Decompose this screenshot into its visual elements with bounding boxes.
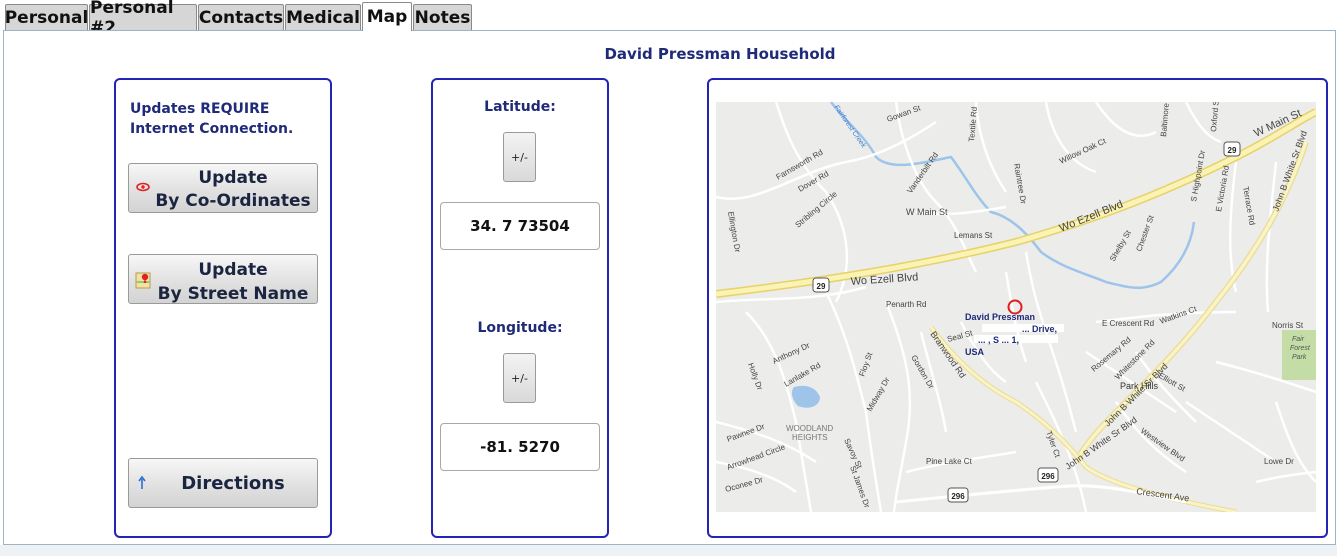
tab-personal-2[interactable]: Personal #2: [89, 0, 197, 38]
update-by-coordinates-line2: By Co-Ordinates: [155, 191, 311, 211]
latitude-sign-toggle[interactable]: +/-: [503, 132, 536, 182]
tab-personal[interactable]: Personal: [5, 4, 88, 30]
pine-lake-ct-label: Pine Lake Ct: [926, 457, 973, 466]
woodland-heights-label-2: HEIGHTS: [792, 433, 828, 442]
latitude-value[interactable]: 34. 7 73504: [440, 202, 600, 250]
footer-bar: [0, 545, 1337, 556]
penarth-rd-label: Penarth Rd: [886, 300, 926, 309]
lemans-st-label: Lemans St: [954, 231, 993, 240]
directions-label: Directions: [181, 473, 285, 494]
tab-contacts[interactable]: Contacts: [198, 4, 284, 30]
pin-address-line1: ... Drive,: [1022, 324, 1057, 334]
longitude-value[interactable]: -81. 5270: [440, 423, 600, 471]
update-by-coordinates-line1: Update: [198, 168, 268, 188]
route-29b-label: 29: [1228, 146, 1237, 155]
longitude-sign-toggle[interactable]: +/-: [503, 353, 536, 403]
update-by-street-line2: By Street Name: [157, 284, 309, 304]
fair-forest-park-label-1: Fair: [1292, 336, 1305, 343]
tab-strip: Personal Personal #2 Contacts Medical Ma…: [0, 0, 1337, 38]
w-main-label-1: W Main St: [906, 207, 948, 217]
directions-button[interactable]: Directions: [128, 458, 318, 508]
pin-address-line3: USA: [965, 347, 985, 357]
map-canvas[interactable]: 29 29 296 296 Wo Ezell Blvd Wo Ezell Blv…: [716, 102, 1316, 512]
route-296b-label: 296: [1041, 472, 1055, 481]
update-by-street-line1: Update: [198, 260, 268, 280]
fair-forest-park-label-2: Forest: [1290, 345, 1311, 352]
tab-medical[interactable]: Medical: [285, 4, 361, 30]
e-crescent-rd-label: E Crescent Rd: [1102, 319, 1154, 328]
map-view[interactable]: 29 29 296 296 Wo Ezell Blvd Wo Ezell Blv…: [716, 102, 1316, 512]
update-by-coordinates-button[interactable]: Update By Co-Ordinates: [128, 163, 318, 213]
fair-forest-park-label-3: Park: [1292, 354, 1307, 361]
tab-map[interactable]: Map: [362, 2, 412, 31]
lowe-dr-label: Lowe Dr: [1264, 457, 1294, 466]
pin-name: David Pressman: [965, 312, 1035, 322]
internet-requirement-note: Updates REQUIRE Internet Connection.: [130, 101, 294, 137]
pin-address-line2: ... , S ... 1,: [978, 335, 1019, 345]
woodland-heights-label-1: WOODLAND: [786, 424, 833, 433]
tab-notes[interactable]: Notes: [413, 4, 472, 30]
longitude-label: Longitude:: [477, 320, 563, 336]
route-29a-label: 29: [817, 282, 826, 291]
household-title: David Pressman Household: [604, 45, 836, 63]
update-by-street-button[interactable]: Update By Street Name: [128, 254, 318, 304]
latitude-label: Latitude:: [484, 99, 556, 115]
park-hills-label: Park Hills: [1120, 381, 1159, 391]
norris-st-label: Norris St: [1272, 321, 1304, 330]
route-296a-label: 296: [951, 492, 965, 501]
